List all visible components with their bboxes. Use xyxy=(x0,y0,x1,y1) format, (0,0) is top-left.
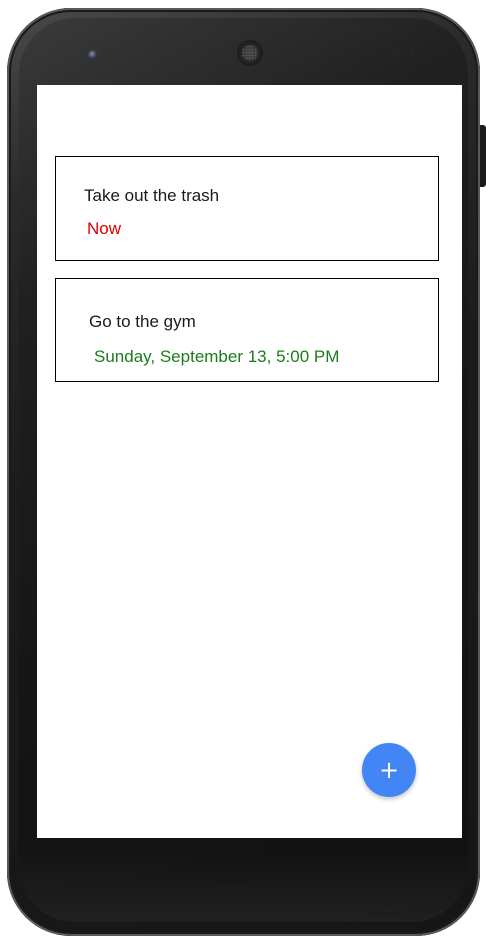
plus-icon: + xyxy=(378,756,400,784)
phone-chin xyxy=(19,852,468,922)
device-stage: Take out the trash Now Go to the gym Sun… xyxy=(0,0,486,938)
task-title: Go to the gym xyxy=(89,312,196,331)
light-sensor-icon xyxy=(410,52,415,57)
task-title: Take out the trash xyxy=(84,186,220,205)
earpiece-speaker-icon xyxy=(237,40,263,66)
task-card[interactable]: Take out the trash Now xyxy=(55,156,439,261)
add-task-button[interactable]: + xyxy=(362,743,416,797)
task-due-time: Now xyxy=(87,219,122,238)
task-due-time: Sunday, September 13, 5:00 PM xyxy=(94,347,340,366)
proximity-sensor-icon xyxy=(395,52,400,57)
app-screen: Take out the trash Now Go to the gym Sun… xyxy=(37,85,462,838)
front-camera-icon xyxy=(88,50,98,60)
task-card[interactable]: Go to the gym Sunday, September 13, 5:00… xyxy=(55,278,439,382)
